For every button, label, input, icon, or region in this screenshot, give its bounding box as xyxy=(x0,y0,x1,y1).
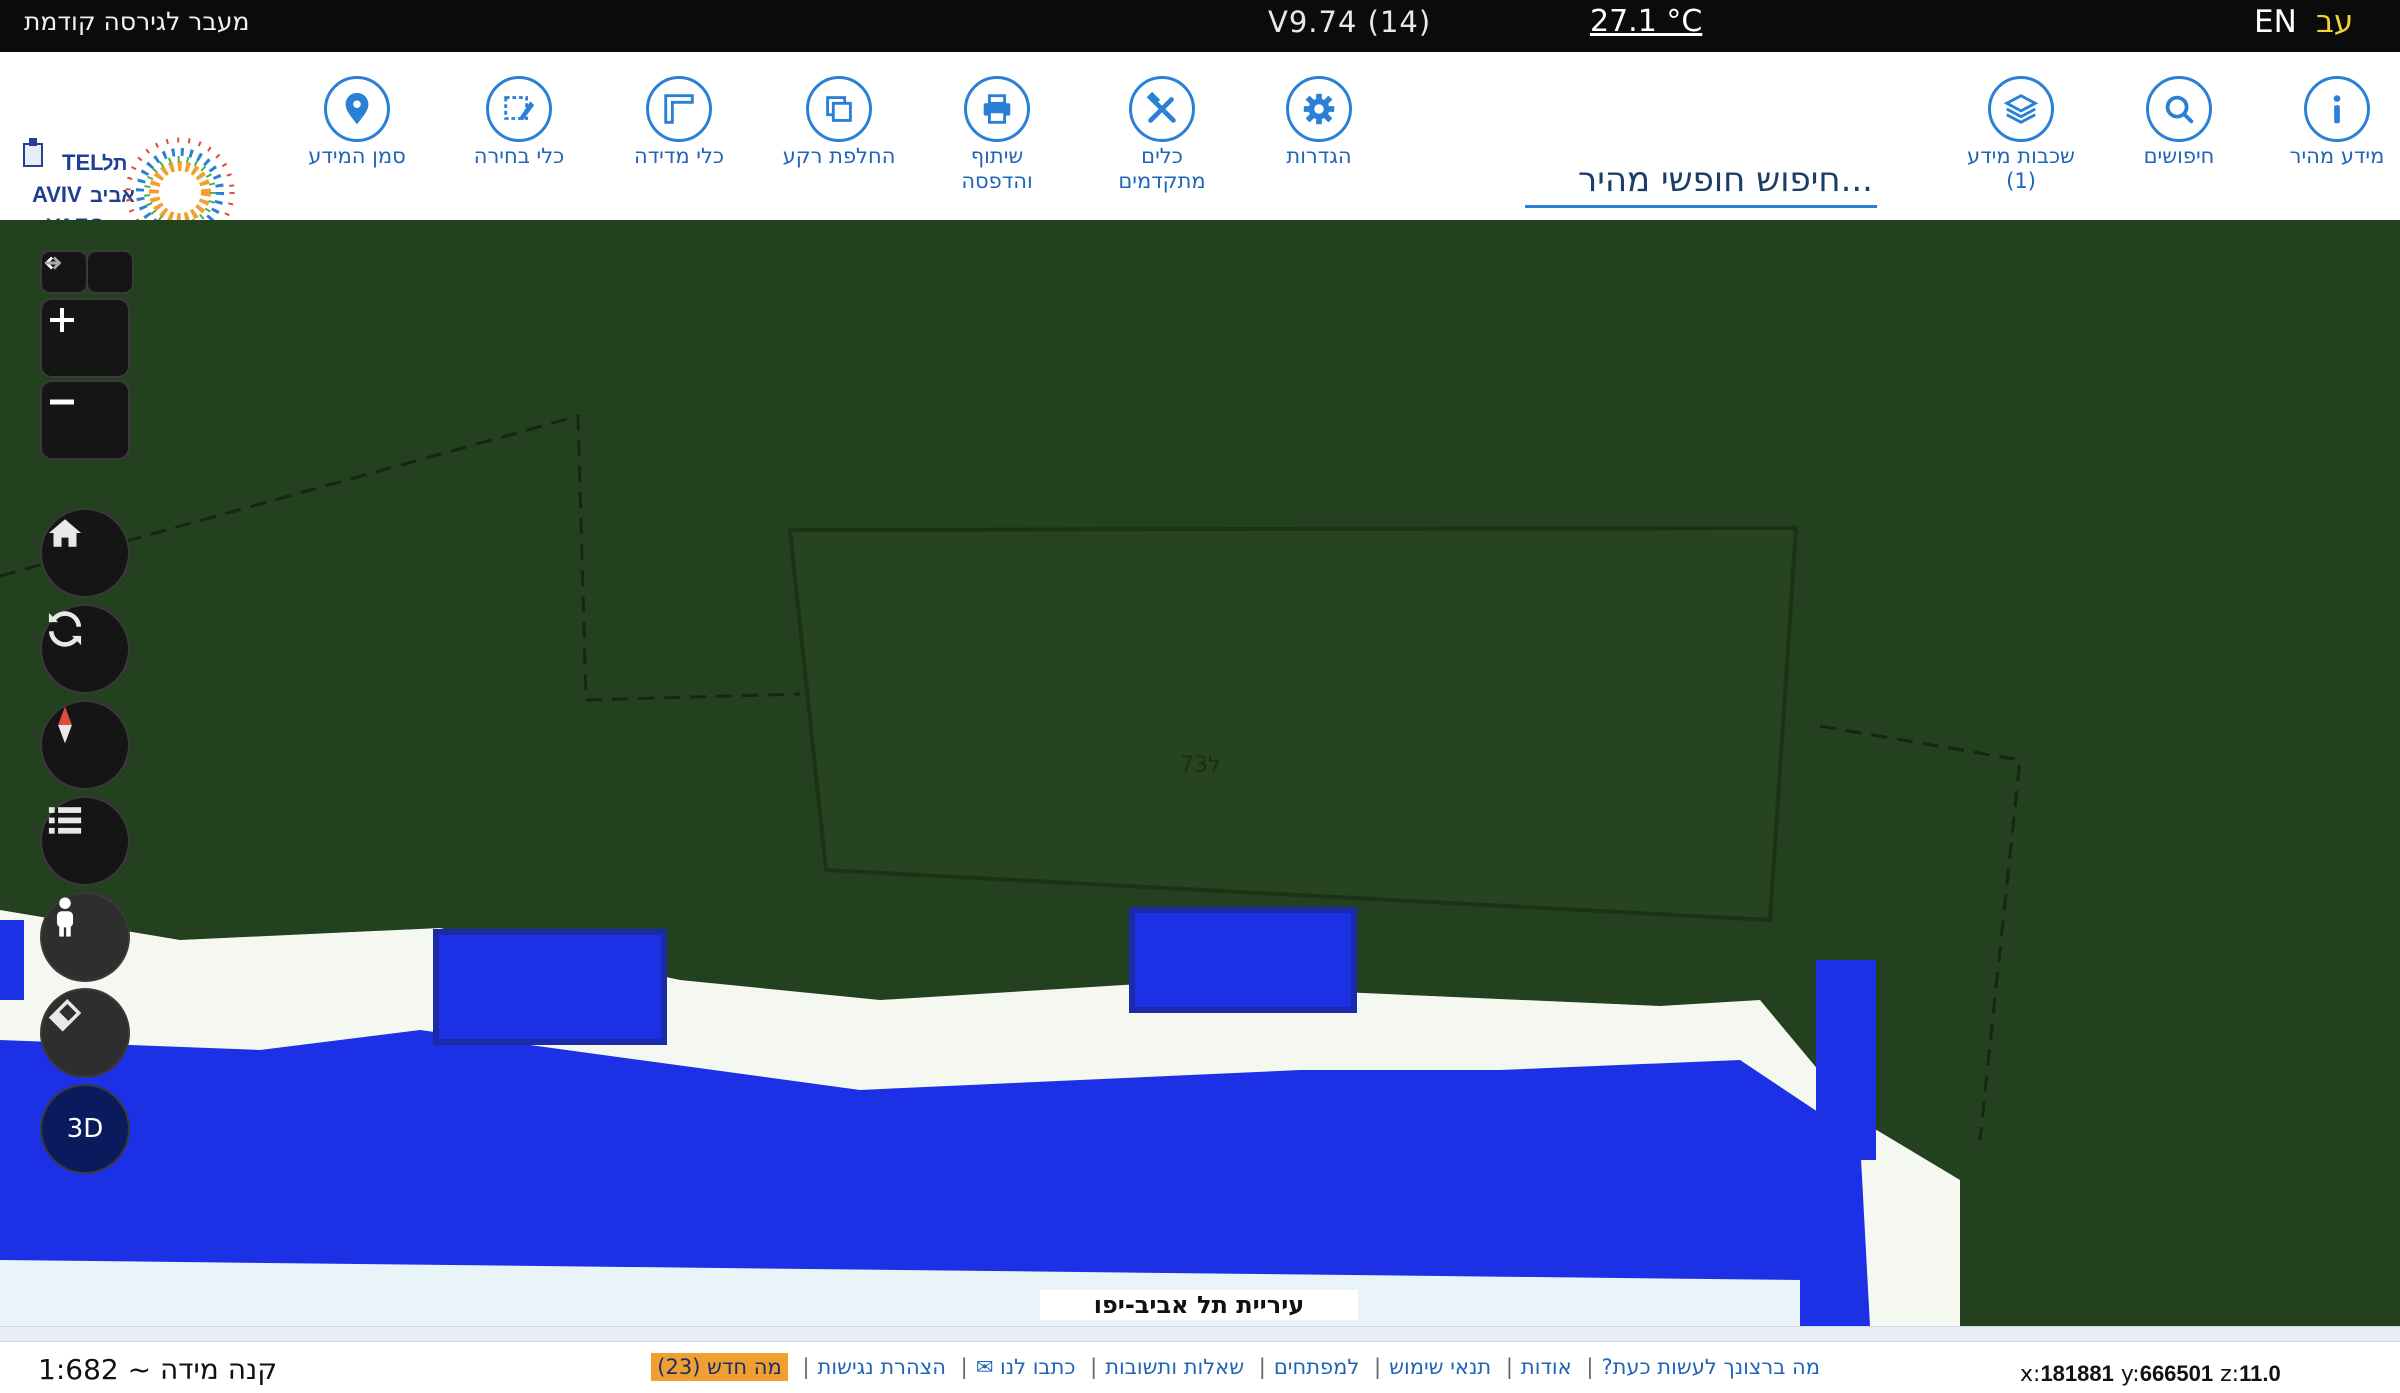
tool-label: כלים מתקדמים xyxy=(1118,144,1206,193)
z-label: z: xyxy=(2220,1362,2240,1387)
info-icon xyxy=(2304,76,2370,142)
language-he-button[interactable]: עב xyxy=(2316,0,2353,52)
quick-search-input[interactable] xyxy=(1525,154,1877,208)
gear-icon xyxy=(1286,76,1352,142)
tool-label: חיפושים xyxy=(2143,144,2215,168)
main-toolbar: מידע מהיר חיפושים שכבות מידע (1) הגדרות … xyxy=(0,52,2400,247)
compass-button[interactable] xyxy=(42,702,128,788)
tool-basemap[interactable]: החלפת רקע xyxy=(764,76,914,169)
footer-link-about[interactable]: אודות xyxy=(1521,1355,1572,1379)
compass-icon xyxy=(58,706,72,744)
tool-label: שיתוף והדפסה xyxy=(961,144,1033,193)
history-nav xyxy=(42,252,132,292)
map-scale: קנה מידה ~ 1:682 xyxy=(38,1353,278,1386)
refresh-icon xyxy=(48,611,82,647)
footer-expand-handle[interactable] xyxy=(0,1327,2400,1342)
map-canvas[interactable]: 73ל עיריית תל אביב-יפו 3D xyxy=(0,220,2400,1326)
tool-label: כלי בחירה xyxy=(473,144,565,168)
tool-quick-info[interactable]: מידע מהיר xyxy=(2262,76,2400,169)
home-icon xyxy=(48,519,82,547)
tool-label: החלפת רקע xyxy=(782,144,896,168)
footer-link-developers[interactable]: למפתחים xyxy=(1274,1355,1359,1379)
person-icon xyxy=(56,897,74,937)
temperature-link[interactable]: 27.1 °C xyxy=(1590,0,1702,52)
zoom-level: 11.0 xyxy=(2239,1361,2281,1386)
coordinates-readout: x:181881 y:666501 z:11.0 xyxy=(2020,1361,2281,1387)
measure-icon xyxy=(646,76,712,142)
legend-button[interactable] xyxy=(42,798,128,884)
forward-arrow-icon[interactable] xyxy=(45,252,132,292)
tools-icon xyxy=(1129,76,1195,142)
plus-icon xyxy=(50,308,74,332)
tool-select[interactable]: כלי בחירה xyxy=(444,76,594,169)
footer-link-faq[interactable]: שאלות ותשובות xyxy=(1105,1355,1244,1379)
minus-icon xyxy=(50,399,74,405)
city-emblem-icon xyxy=(23,138,43,167)
tool-label: מידע מהיר xyxy=(2289,144,2385,168)
refresh-button[interactable] xyxy=(42,606,128,692)
tool-settings[interactable]: הגדרות xyxy=(1244,76,1394,169)
tool-label: סמן המידע xyxy=(308,144,406,168)
search-icon xyxy=(2146,76,2212,142)
tool-measure[interactable]: כלי מדידה xyxy=(604,76,754,169)
zoom-in-button[interactable] xyxy=(42,300,128,376)
footer-link-accessibility[interactable]: הצהרת נגישות xyxy=(818,1355,946,1379)
map-attribution: עיריית תל אביב-יפו xyxy=(1040,1290,1358,1320)
svg-text:AVIV: AVIV xyxy=(32,182,82,207)
tool-share-print[interactable]: שיתוף והדפסה xyxy=(922,76,1072,194)
version-label: V9.74 (14) xyxy=(1268,5,1432,39)
x-label: x: xyxy=(2020,1362,2041,1387)
y-coordinate: 666501 xyxy=(2139,1361,2214,1386)
footer-link-what-to-do[interactable]: מה ברצונך לעשות כעת? xyxy=(1601,1355,1820,1379)
footer-links: מה ברצונך לעשות כעת?| אודות| תנאי שימוש|… xyxy=(580,1353,1820,1381)
footer-bar: קנה מידה ~ 1:682 מה ברצונך לעשות כעת?| א… xyxy=(0,1326,2400,1393)
eraser-button[interactable] xyxy=(42,990,128,1076)
basemap-icon xyxy=(806,76,872,142)
tool-label: שכבות מידע (1) xyxy=(1967,144,2075,193)
top-bar: מעבר לגירסה קודמת V9.74 (14) 27.1 °C EN … xyxy=(0,0,2400,52)
tool-marker[interactable]: סמן המידע xyxy=(282,76,432,169)
svg-text:TEL: TEL xyxy=(62,150,104,175)
marker-icon xyxy=(324,76,390,142)
eraser-icon xyxy=(48,999,82,1032)
x-coordinate: 181881 xyxy=(2040,1361,2114,1386)
y-label: y: xyxy=(2120,1362,2140,1387)
select-icon xyxy=(486,76,552,142)
list-icon xyxy=(48,807,82,834)
whats-new-badge[interactable]: מה חדש (23) xyxy=(651,1353,788,1381)
footer-link-contact[interactable]: כתבו לנו ✉ xyxy=(976,1355,1076,1379)
footer-link-terms[interactable]: תנאי שימוש xyxy=(1389,1355,1491,1379)
home-button[interactable] xyxy=(42,510,128,596)
zoom-out-button[interactable] xyxy=(42,382,128,458)
svg-text:תל: תל xyxy=(102,153,127,175)
tool-searches[interactable]: חיפושים xyxy=(2104,76,2254,169)
language-en-button[interactable]: EN xyxy=(2254,0,2297,52)
previous-version-link[interactable]: מעבר לגירסה קודמת xyxy=(24,0,249,52)
3d-button[interactable]: 3D xyxy=(42,1086,128,1172)
tool-layers[interactable]: שכבות מידע (1) xyxy=(1946,76,2096,194)
parcel-label: 73ל xyxy=(1180,753,1221,778)
tool-label: הגדרות xyxy=(1286,144,1352,168)
tool-advanced[interactable]: כלים מתקדמים xyxy=(1087,76,1237,194)
print-icon xyxy=(964,76,1030,142)
street-view-button[interactable] xyxy=(42,894,128,980)
layers-icon xyxy=(1988,76,2054,142)
map-graphics: 73ל xyxy=(0,220,2400,1326)
tool-label: כלי מדידה xyxy=(633,144,725,168)
